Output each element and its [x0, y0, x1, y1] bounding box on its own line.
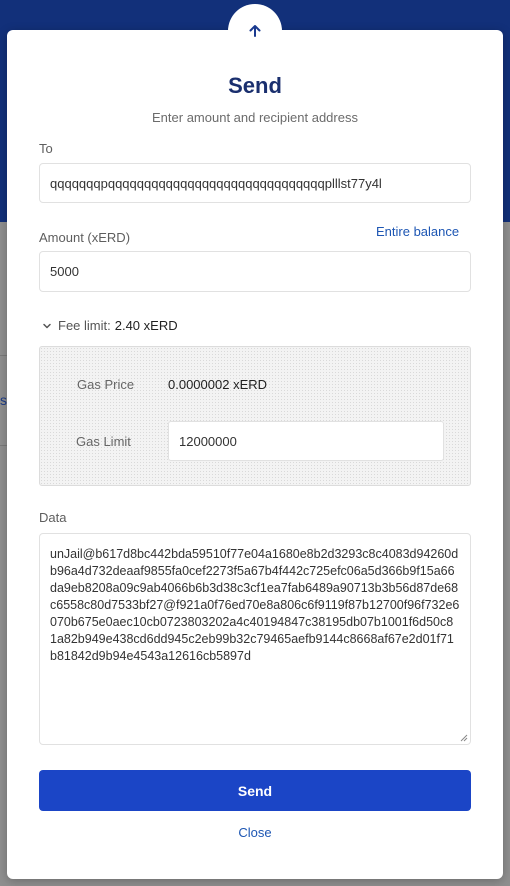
header-icon-badge: [228, 4, 282, 58]
fee-limit-toggle[interactable]: Fee limit: 2.40 xERD: [42, 318, 178, 333]
entire-balance-link[interactable]: Entire balance: [376, 224, 459, 239]
chevron-down-icon: [43, 323, 51, 328]
fee-limit-label: Fee limit:: [58, 318, 111, 333]
amount-value: 5000: [50, 264, 79, 279]
modal-title: Send: [228, 73, 282, 98]
gas-limit-label: Gas Limit: [76, 434, 131, 449]
data-textarea[interactable]: unJail@b617d8bc442bda59510f77e04a1680e8b…: [39, 533, 471, 745]
to-address-input[interactable]: qqqqqqqpqqqqqqqqqqqqqqqqqqqqqqqqqqqqqqpl…: [39, 163, 471, 203]
resize-handle-icon[interactable]: [459, 733, 468, 742]
gas-limit-value: 12000000: [179, 433, 237, 449]
gas-settings-panel: Gas Price 0.0000002 xERD Gas Limit 12000…: [39, 346, 471, 486]
to-address-value: qqqqqqqpqqqqqqqqqqqqqqqqqqqqqqqqqqqqqqpl…: [50, 175, 382, 191]
data-label: Data: [39, 510, 67, 525]
arrow-up-icon: [249, 25, 261, 37]
gas-price-value: 0.0000002 xERD: [168, 377, 268, 392]
gas-price-label: Gas Price: [77, 377, 135, 392]
modal-subtitle: Enter amount and recipient address: [152, 110, 358, 125]
data-value: unJail@b617d8bc442bda59510f77e04a1680e8b…: [50, 547, 460, 663]
to-label: To: [39, 141, 53, 156]
close-link[interactable]: Close: [0, 825, 510, 840]
send-button[interactable]: Send: [39, 770, 471, 811]
fee-limit-amount: 2.40 xERD: [114, 318, 178, 333]
amount-input[interactable]: 5000: [39, 251, 471, 292]
gas-limit-input[interactable]: 12000000: [168, 421, 444, 461]
amount-label: Amount (xERD): [39, 230, 131, 245]
